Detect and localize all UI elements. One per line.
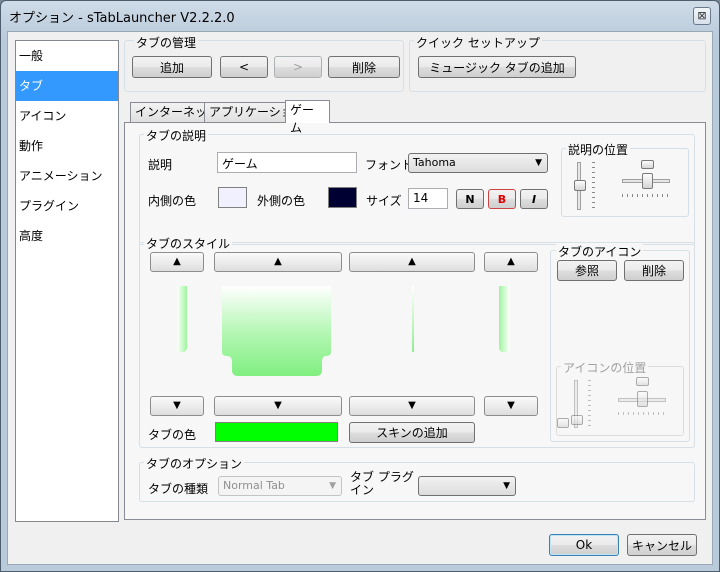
icon-position-title: アイコンの位置 bbox=[561, 359, 649, 376]
icon-vertical-ticks bbox=[588, 380, 591, 428]
next-tab-button[interactable]: > bbox=[274, 56, 322, 78]
chevron-down-icon: ▼ bbox=[535, 158, 542, 168]
font-label: フォント bbox=[365, 158, 414, 172]
tab-preview-right bbox=[499, 286, 510, 352]
delete-icon-button[interactable]: 削除 bbox=[624, 260, 684, 281]
window-title: オプション - sTabLauncher V2.2.2.0 bbox=[9, 11, 235, 26]
tab-desc-title: タブの説明 bbox=[144, 127, 209, 144]
outer-color-swatch[interactable] bbox=[328, 187, 357, 208]
tab-type-label: タブの種類 bbox=[148, 482, 209, 496]
style-up-button-2[interactable]: ▲ bbox=[214, 252, 342, 272]
size-label: サイズ bbox=[366, 194, 402, 208]
size-input[interactable]: 14 bbox=[408, 188, 448, 209]
normal-style-button[interactable]: N bbox=[456, 189, 484, 209]
icon-top-handle[interactable] bbox=[636, 377, 649, 386]
chevron-down-icon: ▼ bbox=[329, 481, 336, 491]
icon-vertical-slider[interactable] bbox=[571, 415, 583, 425]
prev-tab-button[interactable]: < bbox=[220, 56, 268, 78]
inner-color-label: 内側の色 bbox=[148, 194, 197, 208]
inner-color-swatch[interactable] bbox=[218, 187, 247, 208]
title-bar[interactable]: オプション - sTabLauncher V2.2.2.0 ⊠ bbox=[1, 1, 719, 31]
tab-plugin-label: タブ プラグイン bbox=[350, 470, 414, 497]
tab-color-swatch[interactable] bbox=[215, 422, 338, 442]
desc-horizontal-slider[interactable] bbox=[642, 173, 653, 189]
tab-game[interactable]: ゲーム bbox=[285, 100, 330, 135]
sidebar-item-behavior[interactable]: 動作 bbox=[16, 131, 118, 161]
sidebar-item-animation[interactable]: アニメーション bbox=[16, 161, 118, 191]
add-skin-button[interactable]: スキンの追加 bbox=[349, 422, 475, 443]
sidebar-item-general[interactable]: 一般 bbox=[16, 41, 118, 71]
desc-vertical-ticks bbox=[592, 162, 595, 210]
icon-horizontal-slider[interactable] bbox=[637, 391, 648, 407]
client-area: 一般 タブ アイコン 動作 アニメーション プラグイン 高度 タブの管理 追加 … bbox=[7, 31, 713, 565]
desc-label: 説明 bbox=[148, 158, 173, 172]
desc-vertical-slider[interactable] bbox=[574, 180, 586, 191]
browse-icon-button[interactable]: 参照 bbox=[557, 260, 617, 281]
tab-icon-title: タブのアイコン bbox=[556, 243, 644, 260]
desc-horizontal-ticks bbox=[622, 194, 670, 197]
style-down-button-3[interactable]: ▼ bbox=[349, 396, 475, 416]
desc-input[interactable]: ゲーム bbox=[217, 152, 357, 173]
tab-preview-thin bbox=[412, 286, 414, 352]
style-down-button-4[interactable]: ▼ bbox=[484, 396, 538, 416]
sidebar-item-tab[interactable]: タブ bbox=[16, 71, 118, 101]
style-up-button-1[interactable]: ▲ bbox=[150, 252, 204, 272]
bold-style-button[interactable]: B bbox=[488, 189, 516, 209]
sidebar-item-advanced[interactable]: 高度 bbox=[16, 221, 118, 251]
category-list[interactable]: 一般 タブ アイコン 動作 アニメーション プラグイン 高度 bbox=[15, 40, 119, 522]
style-down-button-2[interactable]: ▼ bbox=[214, 396, 342, 416]
tab-plugin-select[interactable]: ▼ bbox=[418, 476, 516, 496]
tab-type-value: Normal Tab bbox=[223, 479, 285, 492]
tab-shape-icon bbox=[222, 286, 331, 376]
tab-preview-left bbox=[177, 286, 187, 352]
tab-type-select[interactable]: Normal Tab ▼ bbox=[218, 476, 342, 496]
cancel-button[interactable]: キャンセル bbox=[627, 534, 697, 556]
outer-color-label: 外側の色 bbox=[257, 194, 306, 208]
close-button[interactable]: ⊠ bbox=[693, 7, 711, 25]
quick-setup-title: クイック セットアップ bbox=[414, 34, 542, 51]
tab-preview-main bbox=[222, 286, 331, 376]
desc-position-title: 説明の位置 bbox=[566, 141, 631, 158]
icon-horizontal-ticks bbox=[618, 412, 666, 415]
add-music-tab-button[interactable]: ミュージック タブの追加 bbox=[418, 56, 576, 78]
delete-tab-button[interactable]: 削除 bbox=[328, 56, 400, 78]
sidebar-item-icon[interactable]: アイコン bbox=[16, 101, 118, 131]
font-select-value: Tahoma bbox=[413, 156, 456, 169]
options-window: オプション - sTabLauncher V2.2.2.0 ⊠ 一般 タブ アイ… bbox=[0, 0, 720, 572]
add-tab-button[interactable]: 追加 bbox=[132, 56, 212, 78]
style-up-button-4[interactable]: ▲ bbox=[484, 252, 538, 272]
desc-top-handle[interactable] bbox=[641, 160, 654, 169]
sidebar-item-plugin[interactable]: プラグイン bbox=[16, 191, 118, 221]
tab-manage-title: タブの管理 bbox=[134, 34, 199, 51]
style-up-button-3[interactable]: ▲ bbox=[349, 252, 475, 272]
tab-options-title: タブのオプション bbox=[144, 455, 245, 472]
chevron-down-icon: ▼ bbox=[503, 481, 510, 491]
icon-left-handle[interactable] bbox=[557, 418, 569, 428]
tab-color-label: タブの色 bbox=[148, 428, 197, 442]
italic-style-button[interactable]: I bbox=[520, 189, 548, 209]
tab-style-title: タブのスタイル bbox=[144, 235, 233, 252]
ok-button[interactable]: Ok bbox=[549, 534, 619, 556]
style-down-button-1[interactable]: ▼ bbox=[150, 396, 204, 416]
font-select[interactable]: Tahoma ▼ bbox=[408, 153, 548, 173]
